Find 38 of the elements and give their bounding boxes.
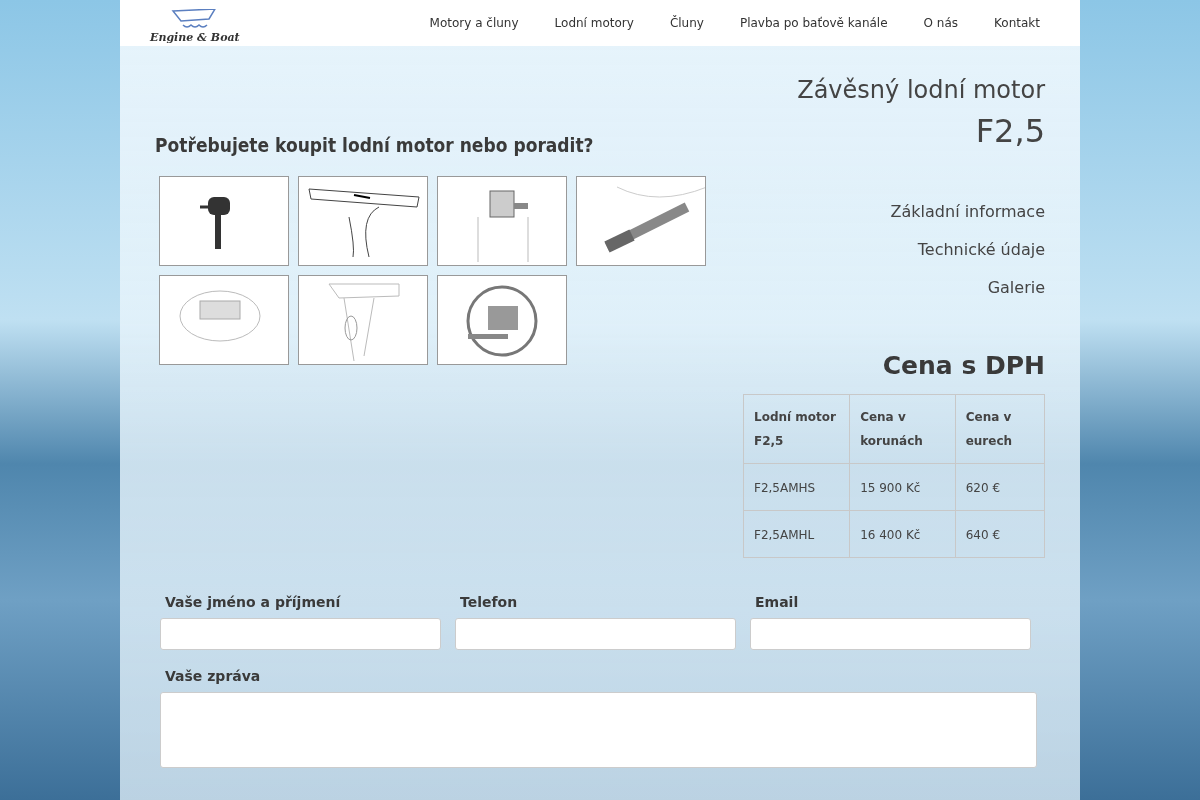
input-field[interactable] — [160, 618, 441, 650]
column-header: Cena v eurech — [955, 394, 1045, 464]
table-cell: 620 € — [955, 463, 1045, 511]
thumbnail-image[interactable] — [298, 176, 428, 266]
thumbnail-image[interactable] — [437, 176, 567, 266]
thumbnail-image[interactable] — [159, 176, 289, 266]
nav-link[interactable]: Motory a čluny — [429, 16, 519, 30]
table-cell: F2,5AMHS — [743, 463, 850, 511]
product-subtitle: Závěsný lodní motor — [797, 76, 1045, 104]
column-header: Cena v korunách — [849, 394, 956, 464]
field-label: Telefon — [460, 594, 519, 610]
nav-link[interactable]: Kontakt — [994, 16, 1040, 30]
field-label: Email — [755, 594, 800, 610]
input-field[interactable] — [455, 618, 736, 650]
table-cell: 16 400 Kč — [849, 510, 956, 558]
nav-link[interactable]: O nás — [923, 16, 959, 30]
column-header: Lodní motor F2,5 — [743, 394, 850, 464]
message-field[interactable] — [160, 692, 1037, 768]
section-link[interactable]: Technické údaje — [917, 240, 1045, 259]
section-link[interactable]: Základní informace — [890, 202, 1045, 221]
gallery-heading: Potřebujete koupit lodní motor nebo poradit? — [155, 134, 595, 156]
price-heading: Cena s DPH — [882, 351, 1045, 380]
thumbnail-image[interactable] — [437, 275, 567, 365]
table-cell: 640 € — [955, 510, 1045, 558]
logo[interactable]: Engine & Boat — [150, 9, 240, 46]
field-label: Vaše zpráva — [165, 668, 262, 684]
thumbnail-image[interactable] — [576, 176, 706, 266]
table-cell: 15 900 Kč — [849, 463, 956, 511]
nav-link[interactable]: Lodní motory — [554, 16, 634, 30]
input-field[interactable] — [750, 618, 1031, 650]
section-link[interactable]: Galerie — [987, 278, 1045, 297]
thumbnail-image[interactable] — [298, 275, 428, 365]
nav-link[interactable]: Čluny — [669, 16, 704, 30]
field-label: Vaše jméno a příjmení — [165, 594, 342, 610]
thumbnail-image[interactable] — [159, 275, 289, 365]
table-cell: F2,5AMHL — [743, 510, 850, 558]
nav-link[interactable]: Plavba po baťově kanále — [739, 16, 888, 30]
product-model: F2,5 — [975, 112, 1045, 150]
